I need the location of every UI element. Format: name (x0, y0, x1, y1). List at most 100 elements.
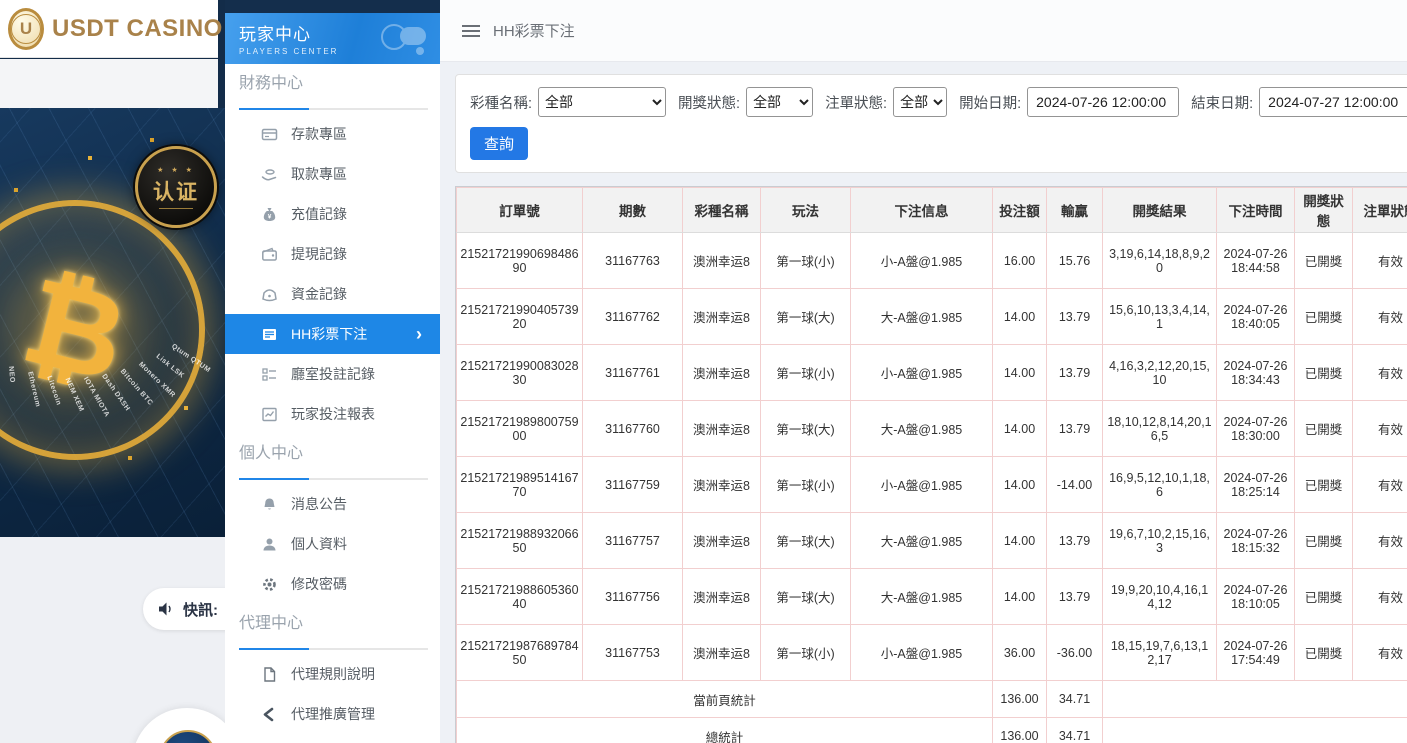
col-draw-status: 開獎狀態 (1295, 188, 1353, 233)
sidebar-item-withdraw-zone[interactable]: 取款專區 (225, 154, 440, 194)
sidebar-item-label: 消息公告 (291, 494, 347, 514)
cell-lottery-name: 澳洲幸运8 (683, 625, 761, 681)
cell-order-no: 2152172198860536040 (457, 569, 583, 625)
cell-bet-time: 2024-07-26 18:40:05 (1217, 289, 1295, 345)
col-order-status: 注單狀態 (1353, 188, 1407, 233)
cell-win-loss: 13.79 (1047, 569, 1103, 625)
purse-icon (261, 286, 278, 303)
order-status-select[interactable]: 全部 (893, 87, 947, 117)
cell-draw-status: 已開獎 (1295, 401, 1353, 457)
share-icon (261, 706, 278, 723)
cell-period: 31167757 (583, 513, 683, 569)
sidebar-item-agent-promo[interactable]: 代理推廣管理 (225, 694, 440, 734)
badge-text: 认证 (153, 176, 199, 206)
speaker-icon (158, 601, 175, 617)
cell-draw-result: 3,19,6,14,18,8,9,20 (1103, 233, 1217, 289)
cell-order-no: 2152172198980075900 (457, 401, 583, 457)
page-summary-row: 當前頁統計 136.00 34.71 (457, 681, 1407, 718)
start-date-input[interactable] (1027, 87, 1179, 117)
hamburger-menu-icon[interactable] (462, 25, 480, 37)
cell-win-loss: -14.00 (1047, 457, 1103, 513)
sidebar-item-player-report[interactable]: 玩家投注報表 (225, 394, 440, 434)
end-date-label: 結束日期: (1191, 92, 1253, 113)
cell-bet-amount: 14.00 (993, 401, 1047, 457)
money-bag-icon: ¥ (261, 206, 278, 223)
sidebar-item-withdraw-log[interactable]: 提現記錄 (225, 234, 440, 274)
cell-play-type: 第一球(小) (761, 345, 851, 401)
sidebar-item-change-password[interactable]: 修改密碼 (225, 564, 440, 604)
cell-order-no: 2152172199040573920 (457, 289, 583, 345)
cell-bet-amount: 14.00 (993, 569, 1047, 625)
cell-draw-result: 19,9,20,10,4,16,14,12 (1103, 569, 1217, 625)
filter-panel: 彩種名稱: 全部 開獎狀態: 全部 注單狀態: 全部 開始日期: 結束日期: 查… (455, 74, 1407, 173)
sidebar-item-label: 充值記錄 (291, 204, 347, 224)
cell-period: 31167760 (583, 401, 683, 457)
cell-order-no: 2152172198893206650 (457, 513, 583, 569)
search-button[interactable]: 查詢 (470, 127, 528, 160)
cell-bet-info: 大-A盤@1.985 (851, 401, 993, 457)
cell-bet-amount: 14.00 (993, 457, 1047, 513)
cell-bet-amount: 14.00 (993, 513, 1047, 569)
cell-draw-status: 已開獎 (1295, 233, 1353, 289)
sidebar-item-deposit[interactable]: 存款專區 (225, 114, 440, 154)
sidebar-item-agent-rules[interactable]: 代理規則說明 (225, 654, 440, 694)
cell-bet-info: 小-A盤@1.985 (851, 233, 993, 289)
gear-icon (261, 576, 278, 593)
sidebar-item-recharge-log[interactable]: ¥ 充值記錄 (225, 194, 440, 234)
sidebar-item-funds-log[interactable]: 資金記錄 (225, 274, 440, 314)
brand-name: USDT CASINO (52, 15, 223, 43)
col-bet-time: 下注時間 (1217, 188, 1295, 233)
col-bet-info: 下注信息 (851, 188, 993, 233)
section-underline (239, 478, 428, 480)
section-agent-center: 代理中心 (239, 614, 428, 634)
page-summary-empty (1103, 681, 1407, 718)
draw-status-select[interactable]: 全部 (746, 87, 813, 117)
order-status-label: 注單狀態: (825, 92, 887, 113)
cell-order-status: 有效 (1353, 625, 1407, 681)
sidebar-item-profile[interactable]: 個人資料 (225, 524, 440, 564)
news-ticker: 快訊: (143, 588, 225, 630)
cell-bet-amount: 14.00 (993, 289, 1047, 345)
start-date-label: 開始日期: (959, 92, 1021, 113)
cell-bet-amount: 14.00 (993, 345, 1047, 401)
page-title: HH彩票下注 (493, 20, 575, 41)
cell-draw-result: 18,15,19,7,6,13,12,17 (1103, 625, 1217, 681)
chevron-right-icon: › (416, 325, 422, 343)
certification-badge: ★ ★ ★ 认证 (135, 146, 217, 228)
sidebar-item-label: 存款專區 (291, 124, 347, 144)
cell-order-status: 有效 (1353, 289, 1407, 345)
cell-bet-time: 2024-07-26 18:30:00 (1217, 401, 1295, 457)
bet-row: 2152172199008302830 31167761 澳洲幸运8 第一球(小… (457, 345, 1407, 401)
bet-row: 2152172198768978450 31167753 澳洲幸运8 第一球(小… (457, 625, 1407, 681)
lottery-name-label: 彩種名稱: (470, 92, 532, 113)
cell-win-loss: 13.79 (1047, 401, 1103, 457)
sidebar-item-label: 代理推廣管理 (291, 704, 375, 724)
total-summary-win: 34.71 (1047, 718, 1103, 743)
lottery-name-select[interactable]: 全部 (538, 87, 666, 117)
cell-order-status: 有效 (1353, 401, 1407, 457)
sidebar-item-label: HH彩票下注 (291, 324, 367, 344)
end-date-input[interactable] (1259, 87, 1407, 117)
customer-service-button[interactable] (132, 708, 225, 743)
badge-stars: ★ ★ ★ (157, 166, 195, 174)
cell-draw-result: 4,16,3,2,12,20,15,10 (1103, 345, 1217, 401)
cell-bet-time: 2024-07-26 17:54:49 (1217, 625, 1295, 681)
sidebar-top-strip (225, 0, 440, 13)
table-header-row: 訂單號 期數 彩種名稱 玩法 下注信息 投注額 輸贏 開獎結果 下注時間 開獎狀… (457, 188, 1407, 233)
col-play-type: 玩法 (761, 188, 851, 233)
cell-win-loss: 13.79 (1047, 345, 1103, 401)
sidebar-item-hh-lottery-bets[interactable]: HH彩票下注 › (225, 314, 440, 354)
sidebar-item-label: 代理規則說明 (291, 664, 375, 684)
cell-order-status: 有效 (1353, 569, 1407, 625)
brand-logo[interactable]: U USDT CASINO (0, 0, 218, 58)
bet-row: 2152172198980075900 31167760 澳洲幸运8 第一球(大… (457, 401, 1407, 457)
cell-bet-info: 小-A盤@1.985 (851, 625, 993, 681)
sidebar-item-room-bet-log[interactable]: 廳室投註記錄 (225, 354, 440, 394)
cell-order-no: 2152172199069848690 (457, 233, 583, 289)
cell-play-type: 第一球(大) (761, 289, 851, 345)
col-lottery-name: 彩種名稱 (683, 188, 761, 233)
cell-lottery-name: 澳洲幸运8 (683, 401, 761, 457)
badge-underline (159, 208, 193, 209)
cell-win-loss: 15.76 (1047, 233, 1103, 289)
sidebar-item-announcements[interactable]: 消息公告 (225, 484, 440, 524)
